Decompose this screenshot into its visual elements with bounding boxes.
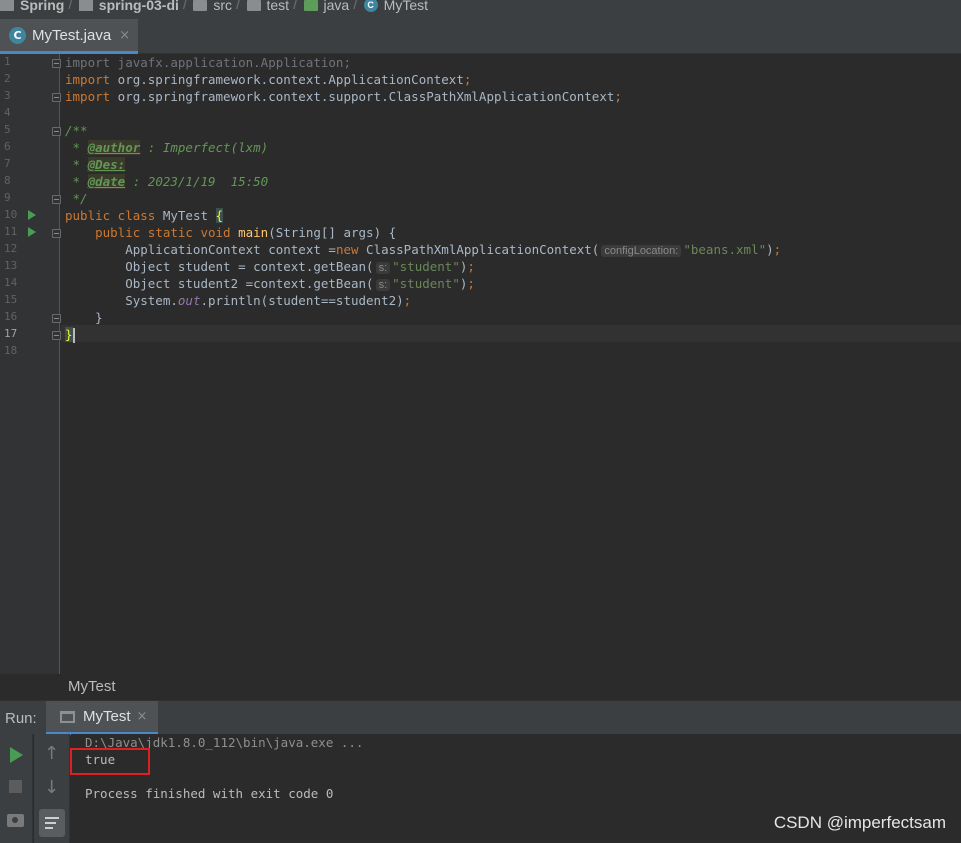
breadcrumb: Spring / spring-03-di / src / test / jav… [0,0,961,19]
line-number: 3 [4,89,11,102]
code-line-15: System.out.println(student==student2); [65,293,412,308]
breadcrumb-separator: / [293,0,298,13]
green-folder-icon [303,0,318,11]
line-number: 8 [4,174,11,187]
line-number: 18 [4,344,18,357]
module-icon [0,0,14,11]
breadcrumb-item-java[interactable]: java [303,0,350,15]
run-tab-mytest[interactable]: MyTest × [46,701,158,735]
line-number: 2 [4,72,11,85]
red-highlight-box [70,748,150,775]
code-line-10: public class MyTest { [65,208,224,223]
code-line-13: Object student = context.getBean(s: "stud… [65,259,475,274]
close-icon[interactable]: × [137,709,148,724]
line-number: 4 [4,106,11,119]
line-number: 9 [4,191,11,204]
code-line-5: /** [65,123,88,138]
code-line-7: * @Des: [65,157,126,172]
text-caret [72,328,75,343]
code-editor[interactable]: 1 2 3 4 5 6 7 8 9 10 11 12 13 14 15 16 1… [0,54,961,674]
fold-end-icon[interactable] [52,331,61,340]
class-icon: C [9,26,26,44]
breadcrumb-label: java [323,0,350,13]
breadcrumb-item-spring[interactable]: Spring [0,0,64,15]
soft-wrap-icon[interactable] [39,809,65,837]
breadcrumb-item-src[interactable]: src [193,0,232,15]
run-class-icon[interactable] [28,210,36,220]
breadcrumb-label: spring-03-di [98,0,179,13]
breadcrumb-label: MyTest [383,0,429,13]
run-toolbar [0,734,33,843]
console-finished-line: Process finished with exit code 0 [85,786,334,801]
parameter-hint: s: [375,279,391,291]
fold-comment-icon[interactable] [52,127,61,136]
line-number: 16 [4,310,18,323]
fold-end-icon[interactable] [52,195,61,204]
breadcrumb-label: Spring [20,0,65,13]
fold-imports-icon[interactable] [52,59,61,68]
code-line-14: Object student2 =context.getBean(s: "stud… [65,276,475,291]
camera-icon[interactable] [7,814,24,827]
fold-end-icon[interactable] [52,93,61,102]
breadcrumb-label: src [213,0,233,13]
code-line-11: public static void main(String[] args) { [95,225,397,240]
run-panel-header: Run: MyTest × [0,700,961,735]
current-line-highlight [61,325,961,342]
rerun-icon[interactable] [10,747,23,763]
parameter-hint: s: [375,262,391,274]
run-panel-title: Run: [5,710,37,727]
down-arrow-icon[interactable]: ↓ [44,779,59,797]
run-main-icon[interactable] [28,227,36,237]
line-number: 5 [4,123,11,136]
close-icon[interactable]: × [119,28,130,43]
console-toolbar: ↑ ↓ [34,734,70,843]
breadcrumb-item-mytest[interactable]: C MyTest [363,0,429,15]
line-number: 11 [4,225,18,238]
console-icon [60,710,75,723]
line-number: 12 [4,242,18,255]
editor-gutter: 1 2 3 4 5 6 7 8 9 10 11 12 13 14 15 16 1… [0,54,61,674]
line-number: 15 [4,293,18,306]
parameter-hint: configLocation: [601,245,682,257]
code-line-2: import org.springframework.context.Appli… [65,72,472,87]
breadcrumb-separator: / [68,0,73,13]
code-line-1: import javafx.application.Application; [65,55,351,70]
line-number: 10 [4,208,18,221]
fold-method-icon[interactable] [52,229,61,238]
breadcrumb-separator: / [353,0,358,13]
line-number: 14 [4,276,18,289]
line-number: 6 [4,140,11,153]
breadcrumb-item-test[interactable]: test [246,0,290,15]
run-tab-label: MyTest [83,708,131,725]
structure-label[interactable]: MyTest [68,678,116,695]
fold-end-icon[interactable] [52,314,61,323]
up-arrow-icon[interactable]: ↑ [44,745,59,763]
code-line-8: * @date : 2023/1/19 15:50 [65,174,269,189]
folder-icon [193,0,208,11]
line-number: 1 [4,55,11,68]
breadcrumb-separator: / [182,0,188,13]
breadcrumb-item-module[interactable]: spring-03-di [78,0,179,15]
class-icon: C [363,0,378,12]
code-line-16: } [65,310,103,325]
line-number: 13 [4,259,18,272]
watermark: CSDN @imperfectsam [773,813,946,832]
line-number-current: 17 [4,327,18,340]
editor-footer: MyTest [0,674,961,700]
line-number: 7 [4,157,11,170]
tab-label: MyTest.java [32,26,112,44]
code-line-9: */ [65,191,88,206]
module-icon [78,0,93,11]
code-line-12: ApplicationContext context =new ClassPat… [65,242,782,257]
breadcrumb-separator: / [236,0,241,13]
breadcrumb-label: test [266,0,290,13]
tab-mytest-java[interactable]: C MyTest.java × [0,19,138,54]
editor-tab-bar: C MyTest.java × [0,19,961,54]
code-line-17: } [65,327,75,343]
code-content: import javafx.application.Application; i… [65,54,781,343]
folder-icon [246,0,261,11]
code-line-3: import org.springframework.context.suppo… [65,89,622,104]
stop-icon[interactable] [9,780,22,793]
code-line-6: * @author : Imperfect(lxm) [65,140,269,155]
